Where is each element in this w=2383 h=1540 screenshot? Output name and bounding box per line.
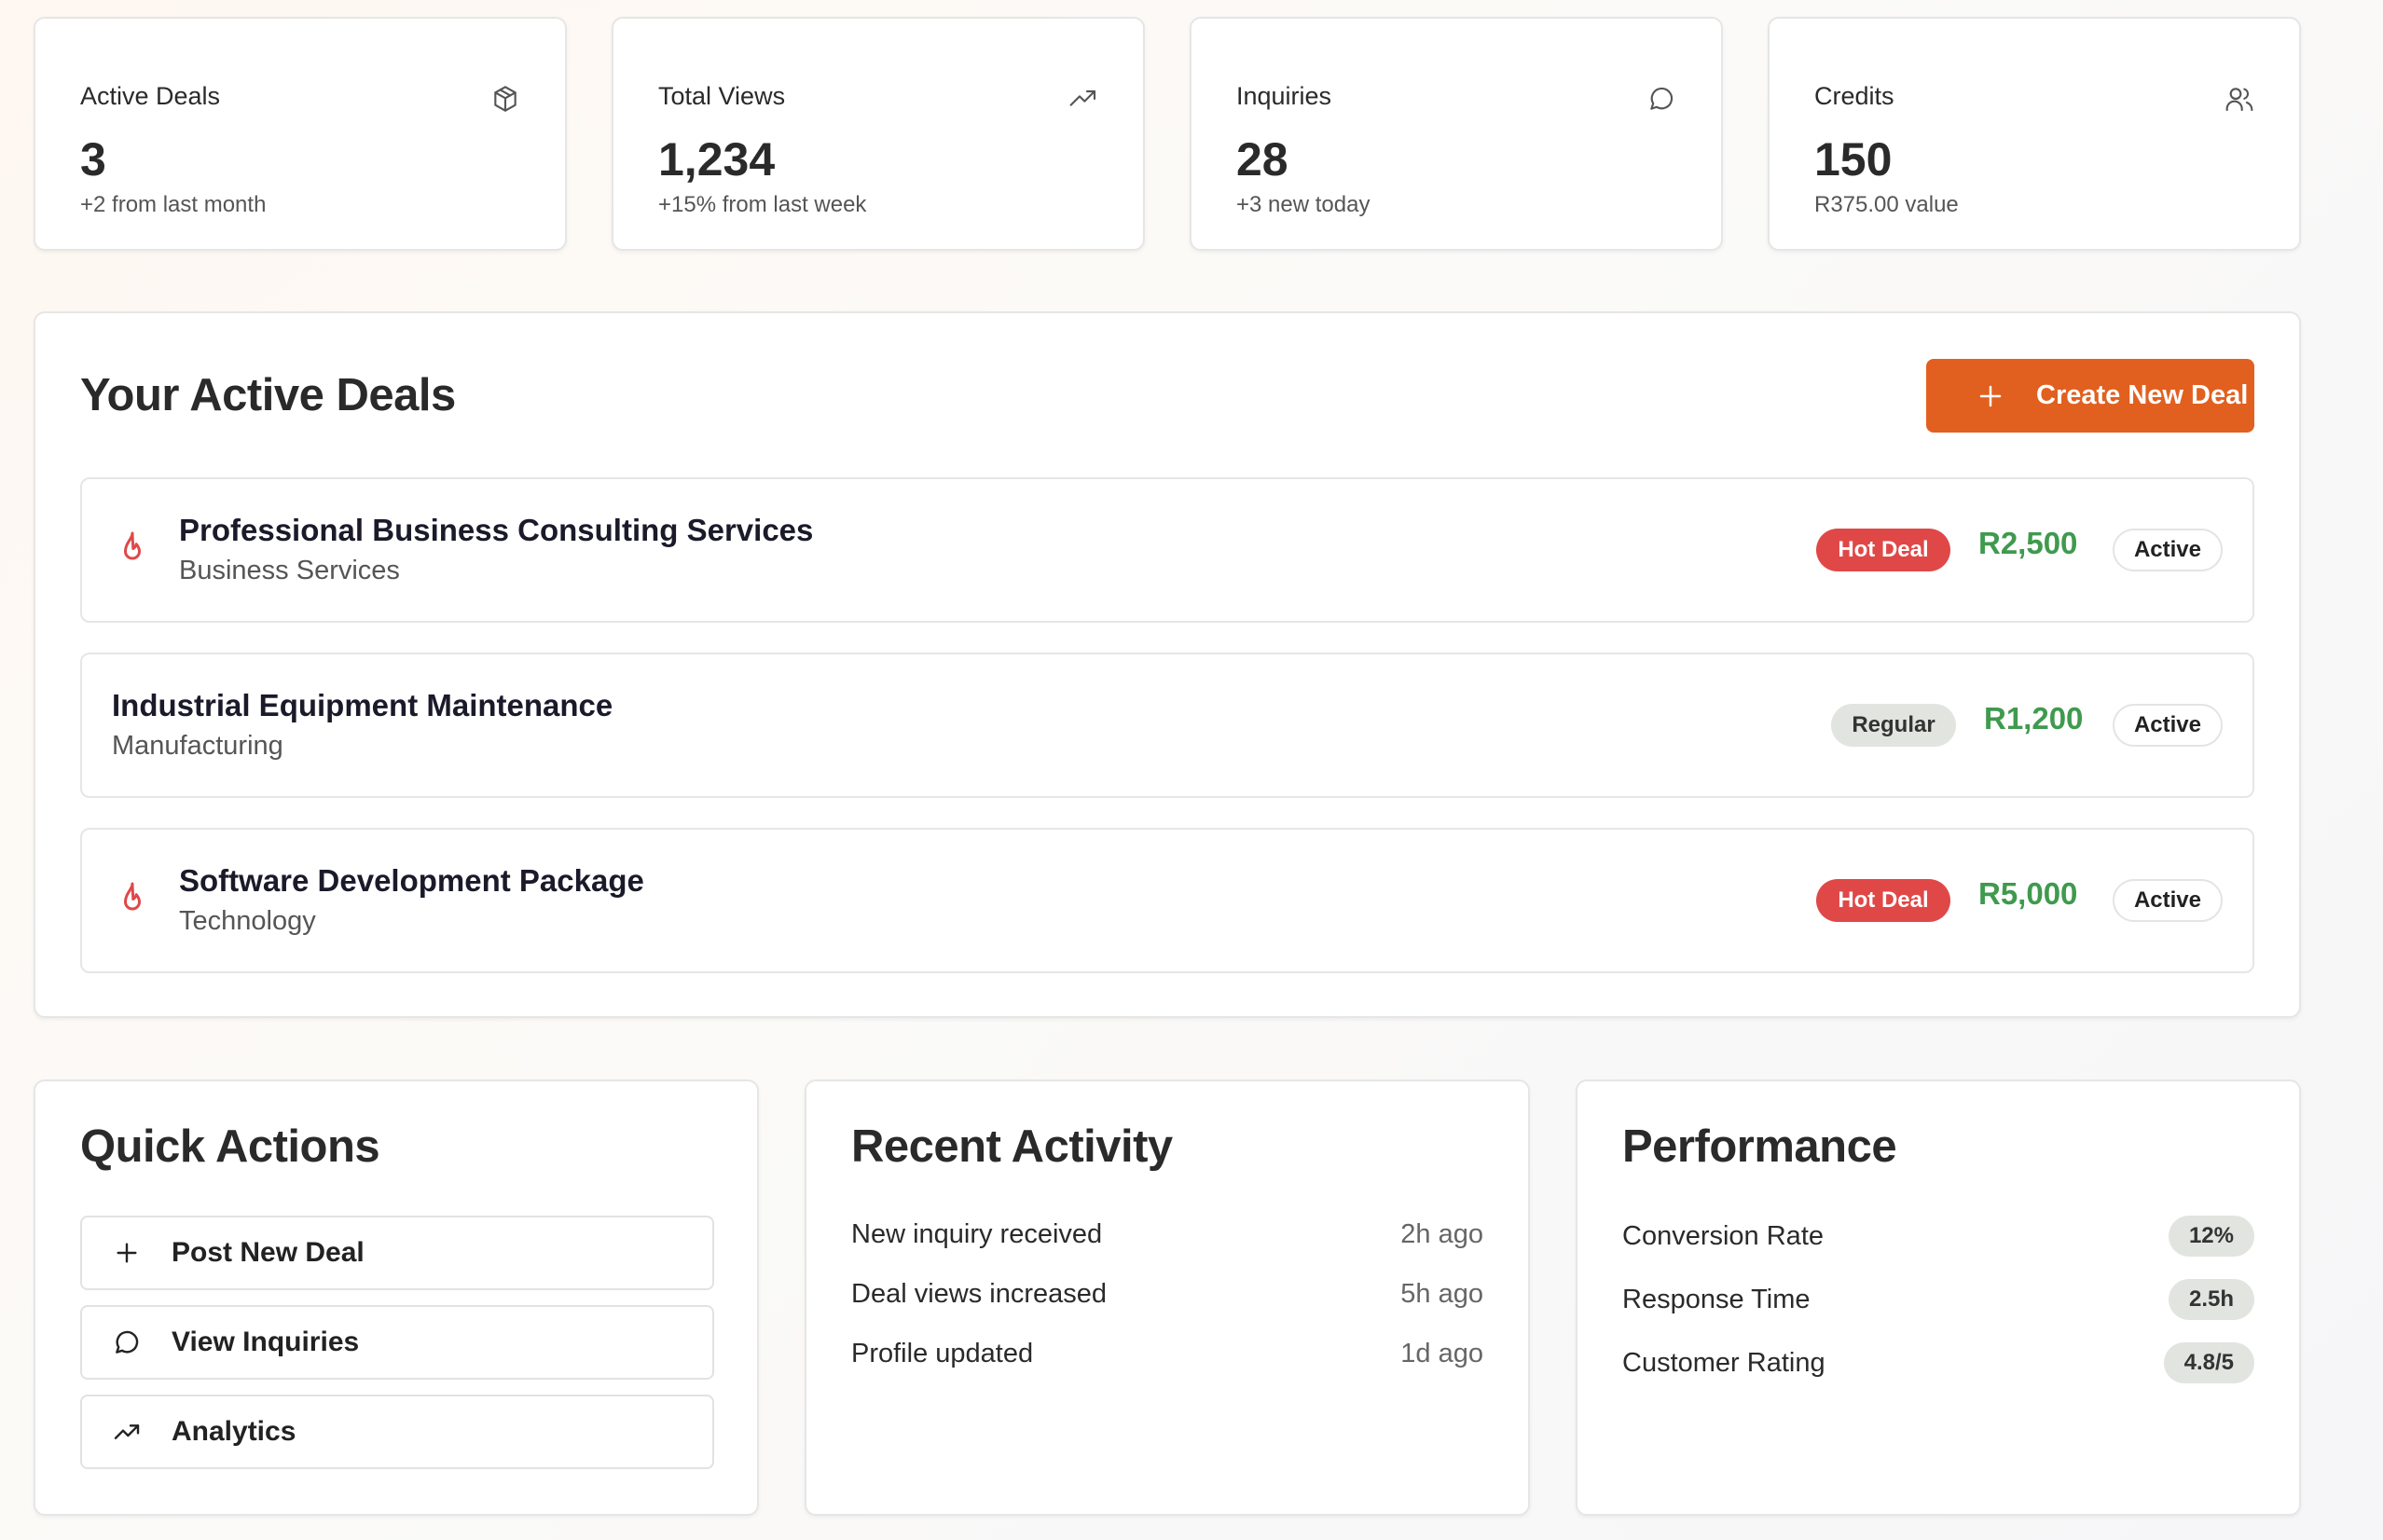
stat-subtext: +2 from last month (80, 192, 267, 217)
deal-price: R1,200 (1984, 701, 2084, 736)
analytics-label: Analytics (172, 1416, 296, 1447)
hot-deal-badge: Hot Deal (1816, 529, 1950, 571)
create-new-deal-label: Create New Deal (2036, 380, 2249, 410)
plus-icon (117, 1243, 137, 1263)
status-badge: Active (2113, 704, 2223, 747)
analytics-button[interactable]: Analytics (80, 1395, 714, 1469)
stat-card-active-deals: Active Deals 3 +2 from last month (34, 17, 567, 251)
performance-label: Response Time (1622, 1285, 1811, 1314)
trending-up-icon (114, 1424, 140, 1439)
trending-up-icon (1069, 89, 1096, 106)
stat-title: Inquiries (1236, 82, 1332, 110)
activity-time: 2h ago (1400, 1219, 1483, 1249)
message-icon (1650, 87, 1674, 110)
regular-badge: Regular (1831, 704, 1956, 747)
active-deals-title: Your Active Deals (80, 370, 456, 420)
deal-row[interactable]: Professional Business Consulting Service… (80, 477, 2254, 623)
deal-title: Industrial Equipment Maintenance (112, 688, 613, 722)
activity-time: 5h ago (1400, 1279, 1483, 1309)
deal-category: Technology (179, 906, 316, 936)
deal-price: R5,000 (1978, 876, 2078, 911)
performance-value: 12% (2168, 1216, 2254, 1257)
stat-title: Total Views (658, 82, 786, 110)
deal-row[interactable]: Software Development Package Technology … (80, 828, 2254, 973)
post-new-deal-button[interactable]: Post New Deal (80, 1216, 714, 1290)
flame-icon (124, 882, 141, 911)
message-icon (116, 1330, 139, 1354)
stat-subtext: +15% from last week (658, 192, 867, 217)
stat-subtext: R375.00 value (1814, 192, 1959, 217)
performance-value: 2.5h (2168, 1279, 2254, 1320)
stat-card-inquiries: Inquiries 28 +3 new today (1190, 17, 1723, 251)
activity-text: New inquiry received (851, 1219, 1103, 1249)
create-new-deal-button[interactable]: Create New Deal (1926, 359, 2254, 433)
quick-actions-title: Quick Actions (80, 1121, 380, 1172)
performance-panel: Performance Conversion Rate 12% Response… (1576, 1079, 2301, 1516)
dashboard-page: Active Deals 3 +2 from last month Total … (0, 0, 2383, 1540)
view-inquiries-label: View Inquiries (172, 1327, 360, 1357)
stat-subtext: +3 new today (1236, 192, 1371, 217)
performance-label: Customer Rating (1622, 1348, 1825, 1378)
hot-deal-badge: Hot Deal (1816, 879, 1950, 922)
post-new-deal-label: Post New Deal (172, 1237, 365, 1268)
status-badge: Active (2113, 879, 2223, 922)
recent-activity-panel: Recent Activity New inquiry received 2h … (805, 1079, 1530, 1516)
stat-title: Active Deals (80, 82, 221, 110)
status-badge: Active (2113, 529, 2223, 571)
stat-card-total-views: Total Views 1,234 +15% from last week (612, 17, 1145, 251)
stat-title: Credits (1814, 82, 1894, 110)
quick-actions-panel: Quick Actions Post New Deal View Inquiri… (34, 1079, 759, 1516)
deal-category: Business Services (179, 556, 400, 585)
deal-category: Manufacturing (112, 731, 283, 761)
performance-label: Conversion Rate (1622, 1221, 1824, 1251)
stat-value: 3 (80, 133, 106, 186)
performance-title: Performance (1622, 1121, 1897, 1172)
plus-icon (1979, 385, 2002, 406)
performance-value: 4.8/5 (2163, 1342, 2254, 1383)
activity-time: 1d ago (1400, 1339, 1483, 1368)
stat-value: 28 (1236, 133, 1288, 186)
flame-icon (124, 531, 141, 560)
stat-value: 1,234 (658, 133, 776, 186)
deal-title: Professional Business Consulting Service… (179, 513, 814, 547)
deal-row[interactable]: Industrial Equipment Maintenance Manufac… (80, 653, 2254, 798)
activity-text: Profile updated (851, 1339, 1034, 1368)
stat-card-credits: Credits 150 R375.00 value (1768, 17, 2301, 251)
deal-title: Software Development Package (179, 863, 644, 898)
deal-price: R2,500 (1978, 526, 2078, 560)
stat-value: 150 (1814, 133, 1893, 186)
activity-text: Deal views increased (851, 1279, 1108, 1309)
package-icon (494, 86, 517, 112)
users-icon (2225, 88, 2253, 112)
view-inquiries-button[interactable]: View Inquiries (80, 1305, 714, 1380)
recent-activity-title: Recent Activity (851, 1121, 1173, 1172)
